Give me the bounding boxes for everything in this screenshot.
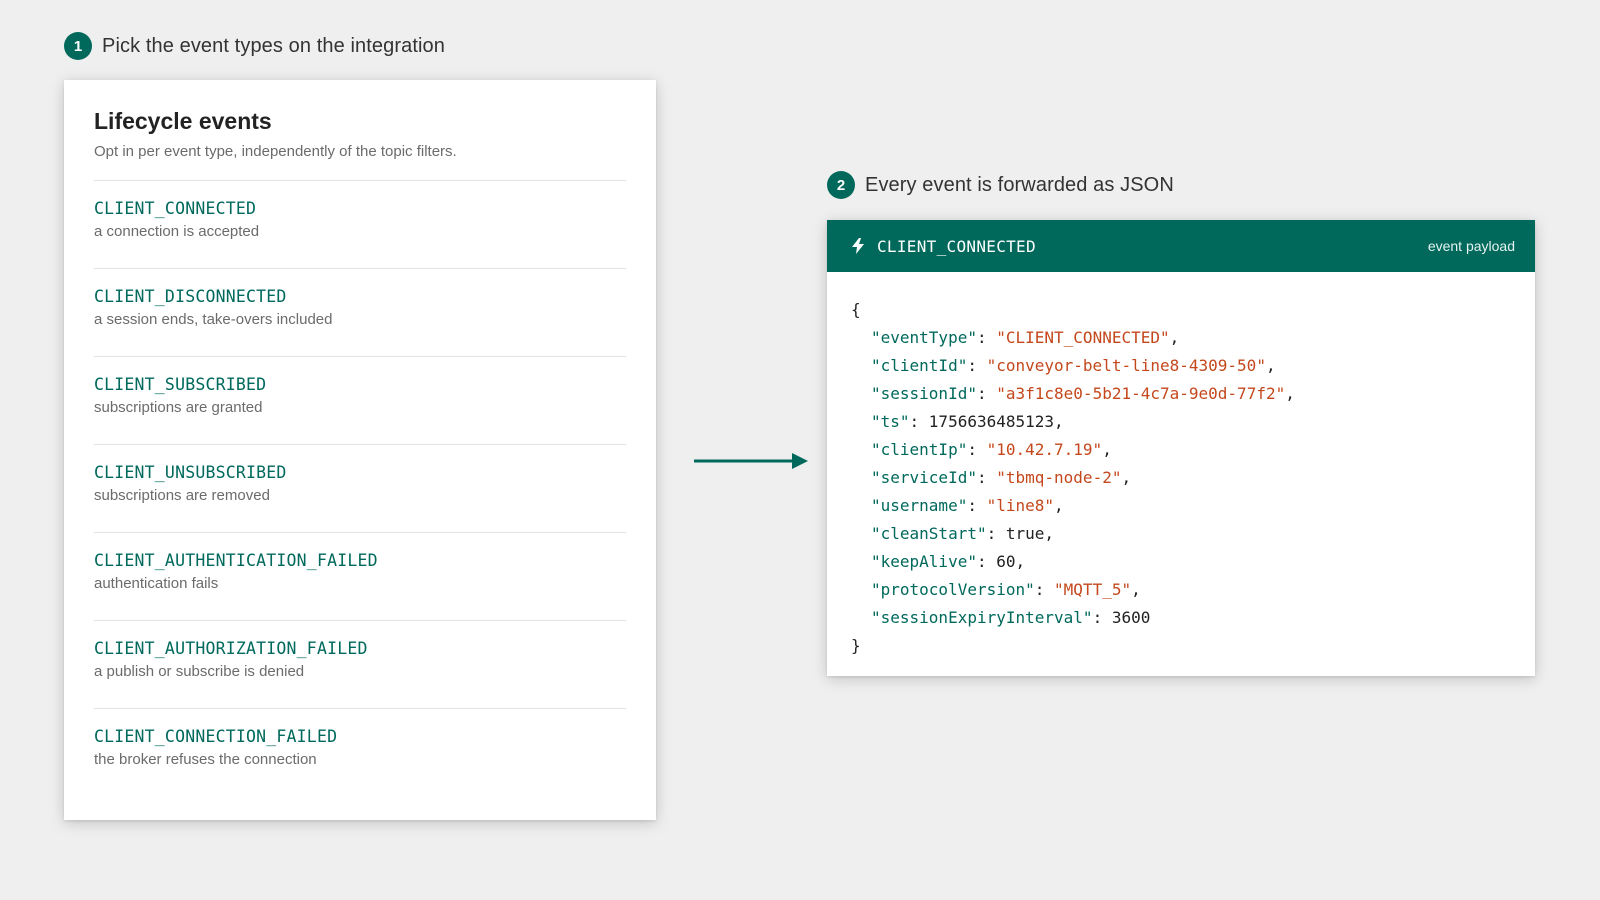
json-key: "ts" (871, 412, 910, 431)
json-fields: "eventType": "CLIENT_CONNECTED", "clientI… (851, 324, 1511, 632)
event-type-item[interactable]: CLIENT_CONNECTED a connection is accepte… (94, 180, 626, 268)
json-value: 1756636485123 (928, 412, 1055, 431)
json-open-brace: { (851, 300, 861, 319)
event-type-item[interactable]: CLIENT_CONNECTION_FAILED the broker refu… (94, 708, 626, 796)
json-value: "tbmq-node-2" (996, 468, 1122, 487)
json-key: "protocolVersion" (871, 580, 1035, 599)
card-subtitle: Opt in per event type, independently of … (94, 143, 457, 160)
json-comma: , (1102, 440, 1112, 459)
json-value: "line8" (986, 496, 1055, 515)
json-comma: , (1121, 468, 1132, 487)
payload-header: CLIENT_CONNECTED event payload (827, 220, 1535, 272)
lifecycle-events-card: Lifecycle events Opt in per event type, … (64, 80, 656, 820)
step-1-badge: 1 (64, 32, 92, 60)
event-type-description: a publish or subscribe is denied (94, 663, 305, 680)
json-comma: , (1044, 524, 1055, 543)
json-key: "serviceId" (871, 468, 977, 487)
step-1-title: Pick the event types on the integration (102, 34, 446, 57)
json-payload: { "eventType": "CLIENT_CONNECTED", "clien… (827, 272, 1535, 660)
json-field: "protocolVersion": "MQTT_5", (871, 580, 1141, 599)
event-type-description: a session ends, take-overs included (94, 311, 333, 328)
json-field: "ts": 1756636485123, (871, 412, 1064, 431)
step-2-header: 2 Every event is forwarded as JSON (827, 171, 1174, 199)
json-close-brace: } (851, 636, 861, 655)
json-field: "sessionExpiryInterval": 3600 (871, 608, 1151, 627)
event-type-description: a connection is accepted (94, 223, 260, 240)
bolt-icon (852, 238, 864, 254)
json-key: "clientId" (871, 356, 968, 375)
json-field: "clientId": "conveyor-belt-line8-4309-50… (871, 356, 1276, 375)
event-type-item[interactable]: CLIENT_UNSUBSCRIBED subscriptions are re… (94, 444, 626, 532)
json-value: true (1005, 524, 1045, 543)
event-type-name: CLIENT_AUTHORIZATION_FAILED (94, 639, 368, 658)
event-type-list: CLIENT_CONNECTED a connection is accepte… (94, 180, 626, 796)
json-value: 3600 (1111, 608, 1151, 627)
event-type-item[interactable]: CLIENT_AUTHORIZATION_FAILED a publish or… (94, 620, 626, 708)
json-key: "keepAlive" (871, 552, 977, 571)
event-type-name: CLIENT_AUTHENTICATION_FAILED (94, 551, 378, 570)
event-type-name: CLIENT_UNSUBSCRIBED (94, 463, 287, 482)
json-field: "sessionId": "a3f1c8e0-5b21-4c7a-9e0d-77… (871, 384, 1295, 403)
event-type-description: subscriptions are granted (94, 399, 263, 416)
json-key: "clientIp" (871, 440, 968, 459)
json-comma: , (1265, 356, 1276, 375)
event-type-name: CLIENT_SUBSCRIBED (94, 375, 267, 394)
json-key: "eventType" (871, 328, 977, 347)
event-type-item[interactable]: CLIENT_AUTHENTICATION_FAILED authenticat… (94, 532, 626, 620)
event-type-description: the broker refuses the connection (94, 751, 317, 768)
json-key: "sessionId" (871, 384, 977, 403)
event-type-name: CLIENT_CONNECTION_FAILED (94, 727, 338, 746)
json-field: "username": "line8", (871, 496, 1064, 515)
json-value: "10.42.7.19" (986, 440, 1103, 459)
card-title: Lifecycle events (94, 108, 272, 134)
event-type-item[interactable]: CLIENT_SUBSCRIBED subscriptions are gran… (94, 356, 626, 444)
json-value: 60 (996, 552, 1016, 571)
json-field: "serviceId": "tbmq-node-2", (871, 468, 1132, 487)
json-key: "cleanStart" (871, 524, 987, 543)
json-value: "CLIENT_CONNECTED" (996, 328, 1170, 347)
payload-event-type: CLIENT_CONNECTED (877, 236, 1036, 256)
json-comma: , (1054, 496, 1064, 515)
payload-tag: event payload (1427, 238, 1515, 254)
event-type-description: authentication fails (94, 575, 219, 592)
json-field: "cleanStart": true, (871, 524, 1055, 543)
json-comma: , (1054, 412, 1064, 431)
event-type-description: subscriptions are removed (94, 487, 270, 504)
event-type-item[interactable]: CLIENT_DISCONNECTED a session ends, take… (94, 268, 626, 356)
flow-arrow-icon (694, 453, 808, 469)
json-value: "a3f1c8e0-5b21-4c7a-9e0d-77f2" (996, 384, 1286, 403)
event-type-name: CLIENT_CONNECTED (94, 199, 257, 218)
event-payload-card: CLIENT_CONNECTED event payload { "eventT… (827, 220, 1535, 676)
json-field: "keepAlive": 60, (871, 552, 1026, 571)
json-comma: , (1169, 328, 1180, 347)
json-comma: , (1285, 384, 1295, 403)
json-comma: , (1131, 580, 1141, 599)
json-value: "MQTT_5" (1054, 580, 1132, 599)
step-1-header: 1 Pick the event types on the integratio… (64, 32, 445, 60)
step-2-badge: 2 (827, 171, 855, 199)
event-type-name: CLIENT_DISCONNECTED (94, 287, 287, 306)
json-key: "sessionExpiryInterval" (871, 608, 1093, 627)
json-comma: , (1015, 552, 1026, 571)
json-field: "clientIp": "10.42.7.19", (871, 440, 1112, 459)
json-field: "eventType": "CLIENT_CONNECTED", (871, 328, 1180, 347)
json-key: "username" (871, 496, 968, 515)
json-value: "conveyor-belt-line8-4309-50" (986, 356, 1266, 375)
step-2-title: Every event is forwarded as JSON (865, 173, 1174, 196)
